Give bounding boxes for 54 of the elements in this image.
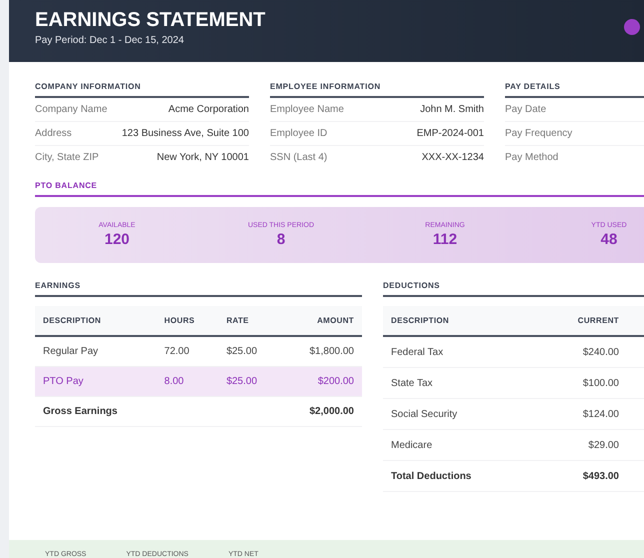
table-cell: 8.00 (164, 376, 184, 387)
section-title: PTO BALANCE (35, 181, 644, 197)
table-cell: State Tax (391, 378, 433, 388)
pay-period: Pay Period: Dec 1 - Dec 15, 2024 (35, 35, 185, 46)
field-value: 123 Business Ave, Suite 100 (122, 128, 249, 139)
column-header: DESCRIPTION (35, 306, 156, 336)
field-value: John M. Smith (420, 104, 484, 115)
section-title: COMPANY INFORMATION (35, 82, 249, 98)
column-header: HOURS (156, 306, 218, 336)
field-label: Company Name (35, 104, 108, 115)
field-value: XXX-XX-1234 (422, 152, 484, 163)
field-label: Employee Name (270, 104, 344, 115)
header-badge (624, 19, 640, 35)
table-cell: $100.00 (582, 378, 619, 388)
section-title: DEDUCTIONS (383, 281, 644, 297)
field-value: EMP-2024-001 (416, 128, 484, 139)
section-title: EARNINGS (35, 281, 362, 297)
field-value: Acme Corporation (168, 104, 249, 115)
field-label: Pay Frequency (505, 128, 572, 139)
column-header: RATE (218, 306, 281, 336)
pto-value: 8 (276, 231, 286, 248)
table-cell: $25.00 (226, 346, 258, 357)
table-cell: $25.00 (226, 376, 258, 387)
field-label: Pay Date (505, 104, 546, 115)
field-label: City, State ZIP (35, 152, 99, 163)
table-cell: Gross Earnings (43, 406, 118, 417)
column-header: DESCRIPTION (383, 306, 536, 336)
pto-value: 120 (104, 231, 130, 248)
table-cell: Total Deductions (391, 470, 472, 482)
table-cell: $2,000.00 (310, 406, 354, 417)
column-header: AMOUNT (280, 306, 362, 336)
field-label: Employee ID (270, 128, 328, 139)
field-label: SSN (Last 4) (270, 152, 328, 163)
table-cell: $200.00 (318, 376, 354, 387)
table-cell: Social Security (391, 408, 458, 420)
table-cell: Medicare (391, 440, 432, 450)
section-title: PAY DETAILS (505, 82, 644, 98)
table-cell: PTO Pay (43, 376, 84, 387)
table-cell: $124.00 (582, 408, 619, 420)
field-value: New York, NY 10001 (156, 152, 249, 163)
section-title: EMPLOYEE INFORMATION (270, 82, 484, 98)
field-label: Address (35, 128, 72, 139)
table-cell: 72.00 (164, 346, 190, 357)
table-cell: $29.00 (588, 440, 619, 450)
pto-value: 48 (600, 231, 618, 248)
statement-title: EARNINGS STATEMENT (35, 8, 266, 32)
table-cell: $1,800.00 (310, 346, 354, 357)
table-cell: $493.00 (582, 470, 619, 482)
table-cell: Federal Tax (391, 346, 444, 358)
pto-value: 112 (432, 231, 458, 248)
table-cell: Regular Pay (43, 346, 98, 357)
column-header: CURRENT (536, 306, 627, 336)
table-cell: $240.00 (582, 346, 619, 358)
field-label: Pay Method (505, 152, 558, 163)
